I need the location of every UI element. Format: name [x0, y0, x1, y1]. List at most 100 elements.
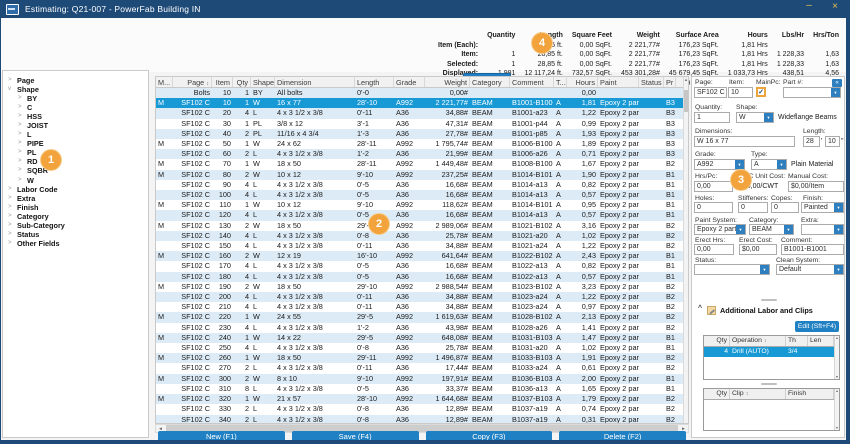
tree-item[interactable]: > Extra [3, 194, 148, 203]
table-row[interactable]: SF102 C 330 2 L 4 x 3 1/2 x 3/8 0'-8 A36… [156, 404, 688, 414]
expander-icon[interactable]: > [18, 112, 27, 121]
table-row[interactable]: SF102 C 270 2 L 4 x 3 1/2 x 3/8 0'-11 A3… [156, 363, 688, 373]
chevron-down-icon[interactable]: ▼ [735, 160, 744, 169]
hrspc-field[interactable]: 0,00 [694, 181, 733, 192]
tree-item[interactable]: > Other Fields [3, 239, 148, 248]
chevron-down-icon[interactable]: ▼ [736, 225, 745, 234]
copes-field[interactable]: 0 [771, 202, 799, 213]
operation-row[interactable]: 4 Drill (AUTO) 3/4 [704, 347, 839, 357]
clean-system-select[interactable]: Default▼ [776, 264, 844, 275]
expander-icon[interactable]: > [8, 76, 17, 85]
table-row[interactable]: M SF102 C 300 2 W 8 x 10 9'-10 A992 197,… [156, 374, 688, 384]
length-inches-field[interactable]: 10 [825, 136, 840, 147]
table-row[interactable]: SF102 C 100 4 L 4 x 3 1/2 x 3/8 0'-5 A36… [156, 190, 688, 200]
tree-item[interactable]: > BY [3, 94, 148, 103]
table-row[interactable]: M SF102 C 160 2 W 12 x 19 16'-10 A992 64… [156, 251, 688, 261]
status-select[interactable]: ▼ [694, 264, 770, 275]
scroll-up-icon[interactable]: ▲ [835, 389, 838, 393]
table-row[interactable]: M SF102 C 10 1 W 16 x 77 28'-10 A992 2 2… [156, 98, 688, 108]
expander-icon[interactable]: > [18, 121, 27, 130]
tree-item[interactable]: > W [3, 176, 148, 185]
length-feet-field[interactable]: 28 [803, 136, 820, 147]
comment-field[interactable]: B1001-B1001 [781, 244, 844, 255]
expander-icon[interactable]: > [18, 103, 27, 112]
tree-item[interactable]: > PL [3, 148, 148, 157]
table-row[interactable]: SF102 C 340 2 L 4 x 3 1/2 x 3/8 0'-8 A36… [156, 415, 688, 425]
col-clip-qty[interactable]: Qty [704, 389, 730, 399]
chevron-down-icon[interactable]: ▼ [764, 113, 773, 122]
collapse-section-icon[interactable]: ^ [698, 305, 702, 312]
tree-item[interactable]: > Page [3, 76, 148, 85]
close-button[interactable]: × [828, 1, 842, 12]
table-row[interactable]: SF102 C 310 8 L 4 x 3 1/2 x 3/8 0'-5 A36… [156, 384, 688, 394]
table-row[interactable]: SF102 C 200 4 L 4 x 3 1/2 x 3/8 0'-11 A3… [156, 292, 688, 302]
table-row[interactable]: M SF102 C 220 1 W 24 x 55 29'-5 A992 1 6… [156, 312, 688, 322]
table-vertical-scrollbar[interactable]: ▲ [683, 77, 688, 423]
tree-item[interactable]: > Finish [3, 203, 148, 212]
col-paint-system[interactable]: Paint System [598, 77, 639, 87]
tree-item[interactable]: > SQBR [3, 166, 148, 175]
category-select[interactable]: BEAM▼ [749, 224, 794, 235]
table-row[interactable]: SF102 C 180 4 L 4 x 3 1/2 x 3/8 0'-5 A36… [156, 272, 688, 282]
chevron-down-icon[interactable]: ▼ [777, 160, 786, 169]
expander-icon[interactable]: > [8, 221, 17, 230]
chevron-down-icon[interactable]: ▼ [784, 225, 793, 234]
table-row[interactable]: M SF102 C 130 2 W 18 x 50 29'-10 A992 2 … [156, 221, 688, 231]
tree-item[interactable]: > Category [3, 212, 148, 221]
table-row[interactable]: SF102 C 250 4 L 4 x 3 1/2 x 3/8 0'-8 A36… [156, 343, 688, 353]
shape-select[interactable]: W▼ [736, 112, 774, 123]
type-select[interactable]: A▼ [751, 159, 787, 170]
table-row[interactable]: SF102 C 20 4 L 4 x 3 1/2 x 3/8 0'-11 A36… [156, 108, 688, 118]
dimensions-field[interactable]: W 16 x 77 [694, 136, 795, 147]
table-row[interactable]: SF102 C 210 4 L 4 x 3 1/2 x 3/8 0'-11 A3… [156, 302, 688, 312]
col-t[interactable]: T... [554, 77, 567, 87]
expander-icon[interactable]: > [18, 166, 27, 175]
scrollbar-thumb[interactable] [684, 90, 688, 112]
col-length[interactable]: Length [355, 77, 394, 87]
expander-icon[interactable]: > [8, 194, 17, 203]
paint-system-select[interactable]: Epoxy 2 part▼ [694, 224, 746, 235]
col-grade[interactable]: Grade [394, 77, 425, 87]
col-category[interactable]: Category [470, 77, 510, 87]
col-qty[interactable]: Qty [233, 77, 251, 87]
clips-scrollbar[interactable]: ▲▼ [834, 389, 839, 430]
chevron-down-icon[interactable]: ▼ [834, 225, 843, 234]
expander-icon[interactable]: > [18, 94, 27, 103]
tree-item[interactable]: > Status [3, 230, 148, 239]
table-row[interactable]: M SF102 C 70 1 W 18 x 50 28'-11 A992 1 4… [156, 159, 688, 169]
table-row[interactable]: SF102 C 120 4 L 4 x 3 1/2 x 3/8 0'-5 A36… [156, 210, 688, 220]
finish-select[interactable]: Painted▼ [801, 202, 844, 213]
table-row[interactable]: SF102 C 40 2 PL 11/16 x 4 3/4 1'-3 A36 2… [156, 129, 688, 139]
col-hours[interactable]: Hours [567, 77, 598, 87]
col-status[interactable]: Status [639, 77, 664, 87]
mainpc-checkbox[interactable]: ✓ [756, 87, 766, 97]
table-row[interactable]: SF102 C 170 4 L 4 x 3 1/2 x 3/8 0'-5 A36… [156, 261, 688, 271]
col-op-th[interactable]: Th [786, 336, 808, 346]
col-dimension[interactable]: Dimension [275, 77, 355, 87]
col-operation[interactable]: Operation↕ [730, 336, 786, 346]
table-row[interactable]: M SF102 C 260 1 W 18 x 50 29'-11 A992 1 … [156, 353, 688, 363]
expander-icon[interactable]: > [18, 130, 27, 139]
table-row[interactable]: SF102 C 150 4 L 4 x 3 1/2 x 3/8 0'-11 A3… [156, 241, 688, 251]
page-field[interactable]: SF102 C [694, 87, 727, 98]
tree-item[interactable]: v Shape [3, 85, 148, 94]
col-comment[interactable]: Comment [510, 77, 554, 87]
expander-icon[interactable]: > [18, 157, 27, 166]
table-row[interactable]: M SF102 C 50 1 W 24 x 62 28'-11 A992 1 7… [156, 139, 688, 149]
tree-item[interactable]: > PIPE [3, 139, 148, 148]
tree-item[interactable]: > HSS [3, 112, 148, 121]
table-row[interactable]: M SF102 C 190 2 W 18 x 50 29'-10 A992 2 … [156, 282, 688, 292]
scroll-up-icon[interactable]: ▲ [684, 77, 688, 83]
expander-icon[interactable]: > [18, 139, 27, 148]
stiffeners-field[interactable]: 0 [738, 202, 768, 213]
tree-item[interactable]: > Labor Code [3, 185, 148, 194]
table-row[interactable]: SF102 C 230 4 L 4 x 3 1/2 x 3/8 1'-2 A36… [156, 323, 688, 333]
holes-field[interactable]: 0 [694, 202, 733, 213]
table-row[interactable]: SF102 C 140 4 L 4 x 3 1/2 x 3/8 0'-8 A36… [156, 231, 688, 241]
operations-scrollbar[interactable]: ▲▼ [834, 336, 839, 379]
tree-item[interactable]: > L [3, 130, 148, 139]
manual-cost-field[interactable]: $0,00/Item [788, 181, 844, 192]
minimize-button[interactable]: – [802, 0, 816, 11]
erect-hrs-field[interactable]: 0,00 [694, 244, 734, 255]
col-clip-finish[interactable]: Finish [786, 389, 834, 399]
